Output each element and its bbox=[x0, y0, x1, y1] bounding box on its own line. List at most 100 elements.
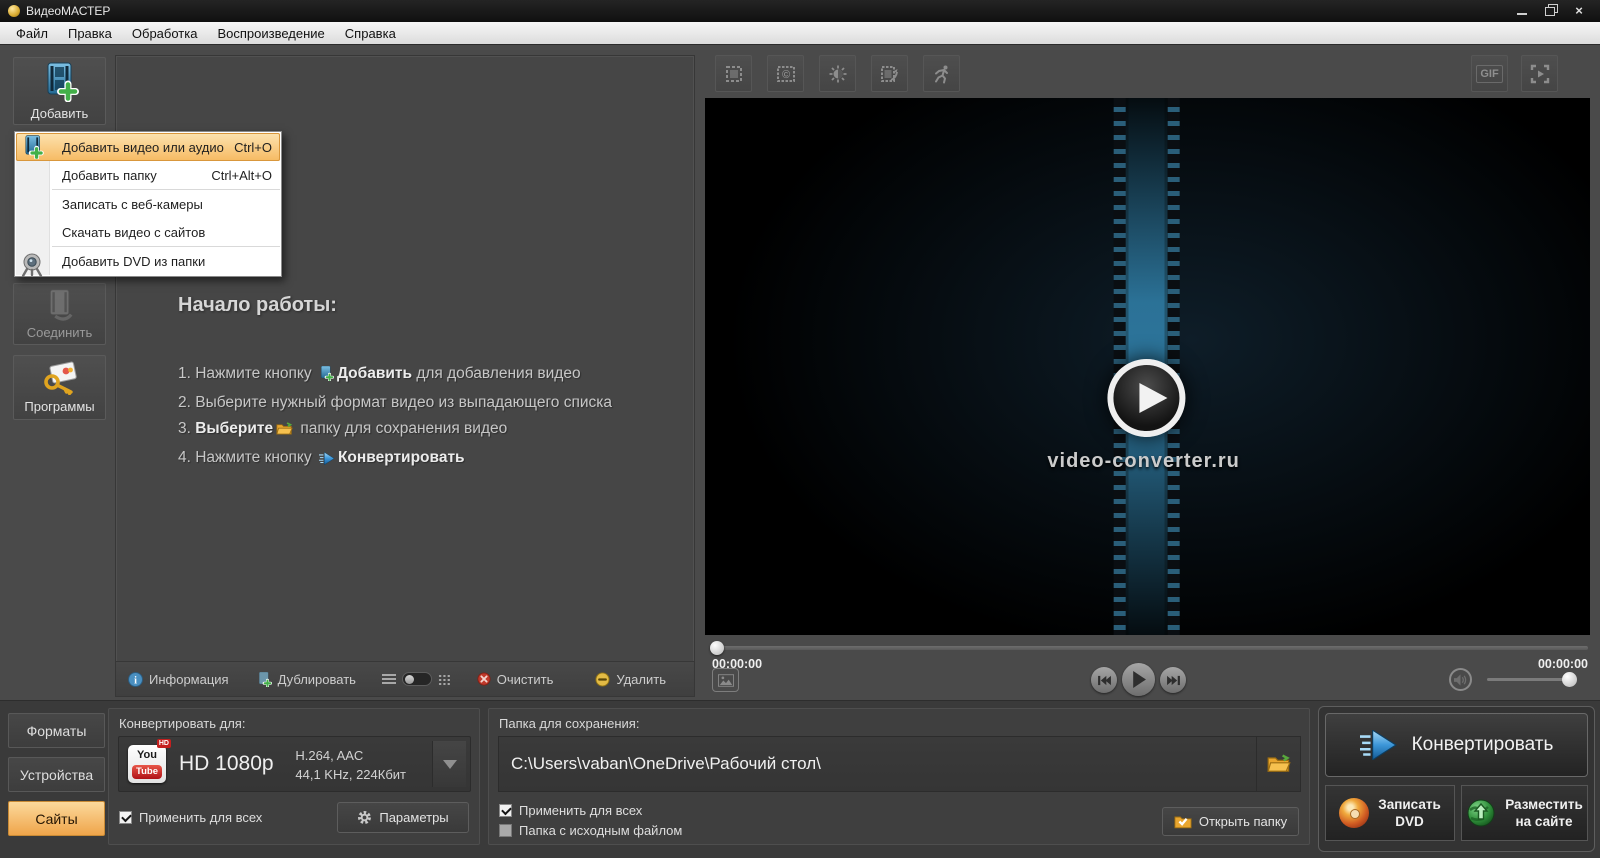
apply-all-format-checkbox[interactable]: Применить для всех bbox=[119, 810, 262, 825]
watermark-icon: © bbox=[776, 64, 796, 84]
convert-button[interactable]: Конвертировать bbox=[1325, 713, 1588, 777]
add-video-icon bbox=[40, 62, 80, 102]
menu-item-add-dvd[interactable]: Добавить DVD из папки bbox=[16, 247, 280, 275]
youtube-logo: You Tube HD bbox=[128, 745, 166, 783]
watermark-button: © bbox=[767, 55, 804, 92]
seek-bar[interactable] bbox=[712, 646, 1588, 650]
browse-folder-button[interactable] bbox=[1256, 737, 1300, 791]
mute-button[interactable] bbox=[1449, 668, 1472, 691]
play-button[interactable] bbox=[1122, 663, 1155, 696]
minimize-button[interactable] bbox=[1516, 5, 1530, 17]
crop-icon bbox=[724, 64, 744, 84]
source-folder-checkbox[interactable]: Папка с исходным файлом bbox=[499, 823, 682, 838]
trim-icon bbox=[880, 64, 900, 84]
volume-handle[interactable] bbox=[1562, 672, 1577, 687]
delete-button[interactable]: Удалить bbox=[595, 672, 666, 687]
gif-button: GIF bbox=[1471, 55, 1508, 92]
convert-mini-icon bbox=[319, 448, 335, 474]
format-preset-selector[interactable]: You Tube HD HD 1080p H.264, AAC 44,1 KHz… bbox=[118, 736, 471, 792]
watermark-text: video-converter.ru bbox=[1047, 450, 1240, 473]
play-overlay-button[interactable] bbox=[1107, 359, 1185, 437]
tab-formats[interactable]: Форматы bbox=[8, 713, 105, 748]
join-button: Соединить bbox=[13, 283, 106, 345]
clear-button[interactable]: Очистить bbox=[477, 672, 554, 687]
parameters-button[interactable]: Параметры bbox=[337, 802, 469, 833]
menu-item-add-video[interactable]: Добавить видео или аудио Ctrl+O bbox=[16, 133, 280, 161]
open-folder-button[interactable]: Открыть папку bbox=[1162, 807, 1299, 836]
save-path-field[interactable]: C:\Users\vaban\OneDrive\Рабочий стол\ bbox=[498, 736, 1301, 792]
info-button[interactable]: i Информация bbox=[128, 672, 229, 687]
menu-file[interactable]: Файл bbox=[6, 23, 58, 44]
brightness-button bbox=[819, 55, 856, 92]
menu-item-record-webcam[interactable]: Записать с веб-камеры bbox=[16, 190, 280, 218]
add-button[interactable]: Добавить bbox=[13, 57, 106, 125]
programs-icon bbox=[41, 361, 79, 395]
restore-button[interactable] bbox=[1544, 5, 1558, 17]
menu-playback[interactable]: Воспроизведение bbox=[207, 23, 334, 44]
speed-icon bbox=[932, 64, 952, 84]
trim-button bbox=[871, 55, 908, 92]
preset-details: H.264, AAC 44,1 KHz, 224Кбит bbox=[295, 746, 406, 784]
next-frame-icon bbox=[1167, 675, 1180, 686]
apply-all-path-checkbox[interactable]: Применить для всех bbox=[499, 803, 642, 818]
programs-button[interactable]: Программы bbox=[13, 355, 106, 420]
duplicate-button[interactable]: Дублировать bbox=[257, 672, 356, 687]
list-toolbar: i Информация Дублировать Очистить Удалит… bbox=[116, 661, 694, 696]
convert-arrow-icon bbox=[1360, 730, 1398, 760]
chevron-down-icon bbox=[443, 760, 457, 769]
svg-text:i: i bbox=[134, 675, 137, 686]
close-button[interactable]: × bbox=[1572, 5, 1586, 17]
next-frame-button[interactable] bbox=[1160, 667, 1186, 693]
save-path-value: C:\Users\vaban\OneDrive\Рабочий стол\ bbox=[499, 754, 1256, 774]
join-button-label: Соединить bbox=[27, 325, 93, 340]
actions-panel: Конвертировать Записать DVD Разместить н… bbox=[1318, 706, 1595, 852]
getting-started: Начало работы: 1. Нажмите кнопку Добавит… bbox=[178, 294, 612, 474]
snapshot-button[interactable] bbox=[712, 668, 739, 692]
getting-started-title: Начало работы: bbox=[178, 294, 612, 317]
fullscreen-icon bbox=[1530, 64, 1550, 84]
globe-upload-icon bbox=[1466, 798, 1496, 828]
checkbox-checked-icon[interactable] bbox=[119, 811, 132, 824]
grid-view-icon bbox=[438, 674, 451, 685]
main-content: Добавить Соединить Программы Начало рабо… bbox=[0, 45, 1600, 700]
preset-dropdown-button[interactable] bbox=[432, 741, 466, 787]
menu-help[interactable]: Справка bbox=[335, 23, 406, 44]
seek-handle[interactable] bbox=[710, 641, 724, 655]
fullscreen-button bbox=[1521, 55, 1558, 92]
burn-dvd-label: Записать DVD bbox=[1378, 796, 1441, 830]
step-2: 2. Выберите нужный формат видео из выпад… bbox=[178, 390, 612, 416]
folder-mini-icon bbox=[276, 419, 293, 445]
step-4: 4. Нажмите кнопку Конвертировать bbox=[178, 445, 612, 474]
add-button-label: Добавить bbox=[31, 106, 88, 121]
prev-frame-button[interactable] bbox=[1091, 667, 1117, 693]
volume-slider[interactable] bbox=[1487, 678, 1573, 681]
duplicate-icon bbox=[257, 672, 272, 687]
view-toggle-switch[interactable] bbox=[402, 672, 432, 686]
upload-site-button[interactable]: Разместить на сайте bbox=[1461, 785, 1588, 841]
window-title: ВидеоМАСТЕР bbox=[26, 4, 110, 18]
add-video-mini-icon bbox=[319, 364, 334, 390]
delete-icon bbox=[595, 672, 610, 687]
tab-devices[interactable]: Устройства bbox=[8, 757, 105, 792]
menu-item-download-video[interactable]: Скачать видео с сайтов bbox=[16, 218, 280, 246]
gif-icon: GIF bbox=[1476, 65, 1502, 83]
menu-edit[interactable]: Правка bbox=[58, 23, 122, 44]
preset-name: HD 1080p bbox=[179, 752, 274, 776]
view-toggle[interactable] bbox=[382, 672, 451, 686]
info-icon: i bbox=[128, 672, 143, 687]
svg-text:©: © bbox=[781, 69, 789, 81]
menu-item-add-folder[interactable]: Добавить папку Ctrl+Alt+O bbox=[16, 161, 280, 189]
speed-button bbox=[923, 55, 960, 92]
crop-button bbox=[715, 55, 752, 92]
tab-sites[interactable]: Сайты bbox=[8, 801, 105, 836]
upload-site-label: Разместить на сайте bbox=[1505, 796, 1583, 830]
prev-frame-icon bbox=[1098, 675, 1111, 686]
menu-bar: Файл Правка Обработка Воспроизведение Сп… bbox=[0, 22, 1600, 45]
menu-processing[interactable]: Обработка bbox=[122, 23, 208, 44]
burn-dvd-button[interactable]: Записать DVD bbox=[1325, 785, 1455, 841]
checkbox-unchecked-icon[interactable] bbox=[499, 824, 512, 837]
video-preview[interactable]: video-converter.ru bbox=[705, 98, 1590, 635]
checkbox-checked-icon[interactable] bbox=[499, 804, 512, 817]
folder-check-icon bbox=[1174, 814, 1192, 829]
convert-for-label: Конвертировать для: bbox=[119, 716, 245, 731]
